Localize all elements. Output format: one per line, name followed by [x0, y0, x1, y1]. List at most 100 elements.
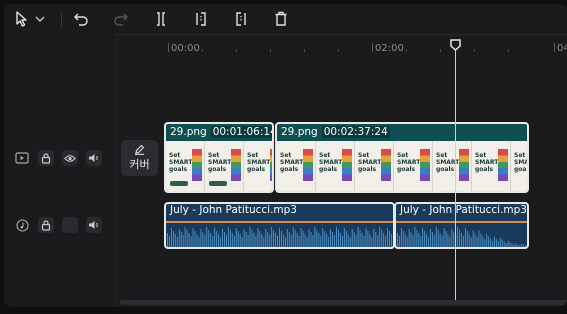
waveform-bar	[214, 228, 216, 247]
audio-clip-name: July - John Patitucci.mp3	[170, 204, 297, 216]
waveform-bar	[466, 231, 468, 247]
waveform-bar	[426, 234, 428, 247]
audio-clip-2[interactable]: July - John Patitucci.mp3	[394, 202, 529, 249]
waveform-bar	[200, 229, 202, 247]
ruler-minor-tick	[440, 49, 441, 52]
waveform-bar	[210, 233, 212, 247]
cover-button[interactable]: 커버	[121, 140, 158, 176]
waveform-bar	[239, 234, 241, 247]
waveform-bar	[476, 236, 478, 247]
waveform-bar	[439, 233, 441, 247]
waveform-bar	[275, 233, 277, 247]
waveform-bar	[494, 236, 495, 247]
trim-right-icon[interactable]	[231, 9, 251, 29]
waveform-bar	[431, 232, 433, 247]
waveform-bar	[521, 244, 523, 247]
ruler-tick	[554, 43, 555, 52]
undo-icon[interactable]	[71, 9, 91, 29]
waveform-bar	[235, 228, 237, 247]
waveform-bar	[447, 234, 449, 247]
speaker-icon[interactable]	[86, 150, 102, 166]
thumbnail: Set SMART goals	[316, 141, 355, 191]
waveform-bar	[336, 227, 337, 247]
waveform-bar	[499, 237, 501, 247]
thumbnail: Set SMART goals	[205, 141, 244, 191]
waveform-bar	[433, 235, 435, 247]
waveform-bar	[341, 236, 343, 247]
audio-clip-1[interactable]: July - John Patitucci.mp3	[164, 202, 395, 249]
waveform-bar	[220, 237, 222, 247]
video-clip-2[interactable]: Set SMART goals Set SMART goals Set SMAR…	[275, 122, 529, 193]
waveform-bar	[280, 231, 282, 247]
waveform-bar	[383, 233, 385, 247]
thumbnail: Set SMART goals	[244, 141, 272, 191]
waveform-bar	[513, 244, 515, 247]
ruler-minor-tick	[236, 49, 237, 52]
edit-pencil-icon	[135, 144, 145, 155]
waveform-bar	[347, 234, 349, 247]
waveform-bar	[208, 230, 210, 247]
audio-waveform	[166, 221, 393, 247]
waveform-bar	[249, 227, 251, 247]
lock-icon[interactable]	[38, 150, 54, 166]
waveform-bar	[480, 233, 482, 247]
thumbnail: Set SMART goals	[511, 141, 527, 191]
waveform-bar	[412, 235, 414, 247]
waveform-bar	[437, 230, 439, 247]
waveform-bar	[332, 232, 334, 247]
smart-letters-graphic	[381, 149, 391, 181]
waveform-bar	[379, 227, 381, 247]
waveform-bar	[459, 230, 461, 247]
waveform-bar	[406, 237, 408, 247]
ruler-minor-tick	[508, 49, 509, 52]
waveform-bar	[227, 227, 229, 247]
waveform-bar	[271, 227, 273, 247]
eye-icon[interactable]	[62, 150, 78, 166]
waveform-bar	[488, 236, 490, 247]
audio-speaker-icon[interactable]	[86, 217, 102, 233]
toolbar-divider	[61, 13, 62, 27]
waveform-bar	[231, 233, 233, 247]
waveform-bar	[298, 236, 300, 247]
waveform-bar	[326, 234, 328, 247]
waveform-bar	[229, 230, 231, 247]
waveform-bar	[178, 229, 180, 247]
waveform-bar	[474, 233, 476, 247]
split-icon[interactable]	[151, 9, 171, 29]
waveform-bar	[190, 236, 192, 247]
video-clip-1[interactable]: Set SMART goals Set SMART goals Set SMAR…	[164, 122, 274, 193]
horizontal-scrollbar[interactable]	[120, 300, 567, 305]
waveform-bar	[363, 236, 365, 247]
cursor-select-icon[interactable]	[12, 9, 32, 29]
chevron-down-icon[interactable]	[34, 9, 46, 29]
audio-lock-icon[interactable]	[38, 217, 54, 233]
clip-thumbnails: Set SMART goals Set SMART goals Set SMAR…	[277, 141, 527, 191]
waveform-bar	[233, 236, 235, 247]
playhead-line[interactable]	[455, 44, 456, 300]
waveform-bar	[387, 228, 389, 247]
waveform-bar	[172, 231, 174, 247]
clip-label: 29.png 00:02:37:24	[281, 126, 390, 138]
ruler-minor-tick	[304, 49, 305, 52]
trim-left-icon[interactable]	[191, 9, 211, 29]
waveform-bar	[328, 237, 330, 247]
waveform-bar	[286, 229, 288, 247]
ruler-minor-tick	[202, 49, 203, 52]
delete-icon[interactable]	[271, 9, 291, 29]
ruler-label-2: 04	[557, 43, 567, 54]
waveform-bar	[263, 237, 265, 247]
waveform-bar	[267, 232, 269, 247]
waveform-bar	[429, 229, 431, 247]
waveform-bar	[241, 237, 243, 247]
waveform-bar	[428, 237, 429, 247]
redo-icon[interactable]	[111, 9, 131, 29]
smart-letters-graphic	[192, 149, 202, 181]
waveform-bar	[308, 229, 310, 247]
time-ruler[interactable]: 00:00 02:00 04	[116, 34, 567, 56]
waveform-bar	[398, 236, 400, 247]
waveform-bar	[492, 241, 494, 247]
playhead-handle-icon[interactable]	[450, 39, 461, 51]
waveform-bar	[490, 238, 492, 247]
waveform-bar	[166, 233, 168, 247]
waveform-bar	[501, 239, 503, 247]
